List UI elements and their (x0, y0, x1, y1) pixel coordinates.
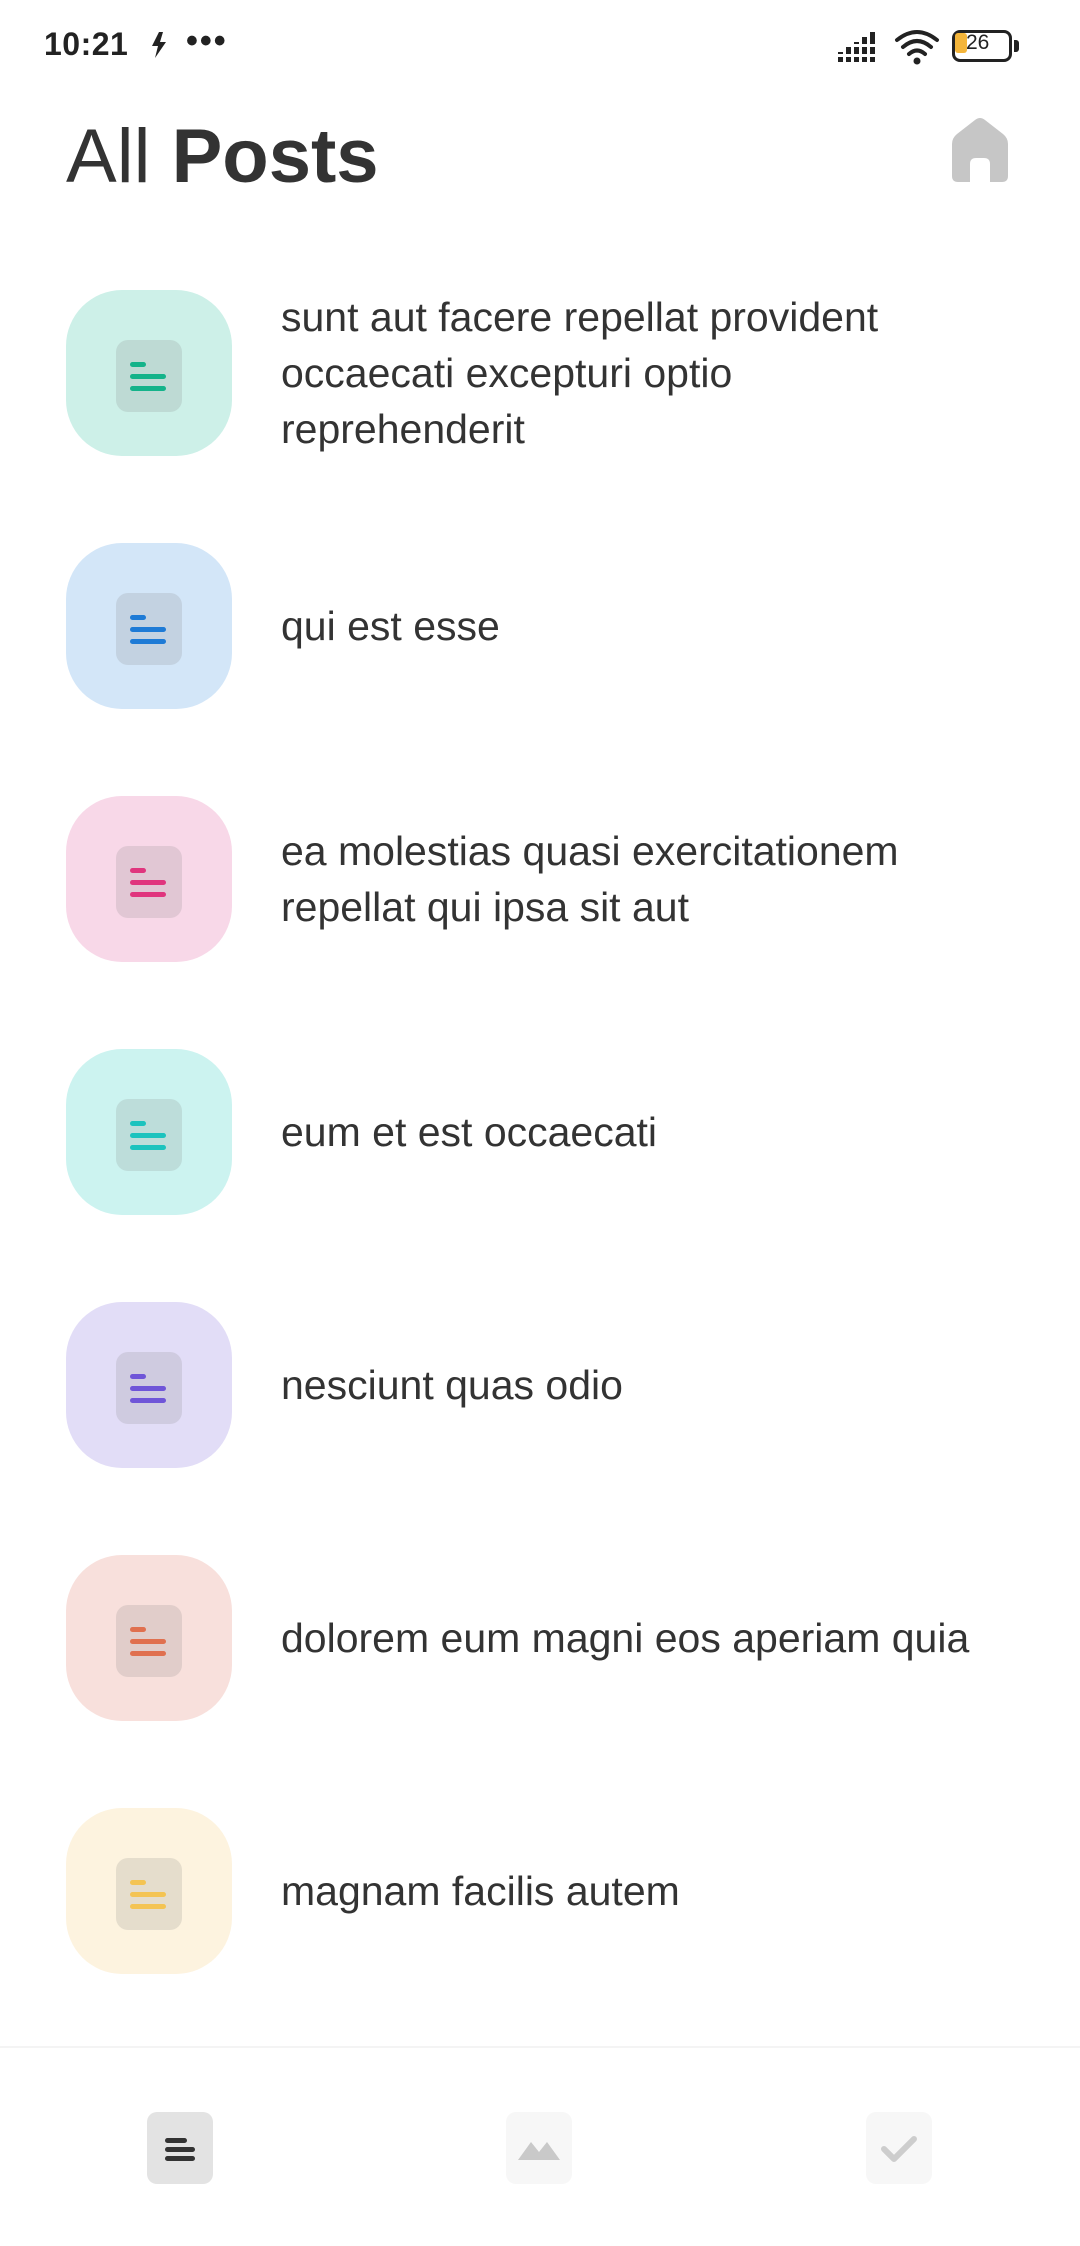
home-button[interactable] (942, 108, 1018, 188)
post-avatar (66, 543, 232, 709)
image-icon (518, 2142, 560, 2160)
battery-icon: 26 (952, 30, 1022, 64)
post-avatar (66, 796, 232, 962)
post-avatar (66, 1302, 232, 1468)
document-icon (116, 340, 182, 412)
post-title: magnam facilis autem (281, 1868, 680, 1914)
more-notifications-icon: ••• (186, 22, 228, 60)
post-avatar (66, 290, 232, 456)
document-icon (116, 846, 182, 918)
bottom-nav (0, 2046, 1080, 2246)
document-icon (116, 1858, 182, 1930)
app-screen: 10:21 ••• 26 All Posts sunt aut facere r… (0, 0, 1080, 2246)
status-bar: 10:21 ••• 26 (0, 0, 1080, 90)
post-item[interactable]: ea molestias quasi exercitationem repell… (0, 796, 1080, 962)
post-title: qui est esse (281, 603, 500, 649)
post-title: sunt aut facere repellat provident occae… (281, 294, 879, 452)
post-title: ea molestias quasi exercitationem repell… (281, 828, 899, 930)
post-item[interactable]: qui est esse (0, 543, 1080, 709)
wifi-icon (895, 30, 939, 65)
document-icon (116, 1352, 182, 1424)
document-icon (116, 593, 182, 665)
post-item[interactable]: nesciunt quas odio (0, 1302, 1080, 1468)
check-icon (881, 2136, 917, 2162)
status-time: 10:21 (44, 26, 129, 62)
post-item[interactable]: magnam facilis autem (0, 1808, 1080, 1974)
document-icon (116, 1099, 182, 1171)
post-item[interactable]: sunt aut facere repellat provident occae… (0, 290, 1080, 456)
nav-todos-button[interactable] (866, 2112, 932, 2184)
post-item[interactable]: eum et est occaecati (0, 1049, 1080, 1215)
post-avatar (66, 1555, 232, 1721)
page-title: All Posts (66, 112, 379, 202)
post-title: eum et est occaecati (281, 1109, 658, 1155)
post-item[interactable]: dolorem eum magni eos aperiam quia (0, 1555, 1080, 1721)
battery-level: 26 (966, 31, 990, 54)
list-icon (165, 2138, 195, 2161)
nav-posts-button[interactable] (147, 2112, 213, 2184)
page-title-light: All (66, 114, 151, 199)
page-title-bold: Posts (171, 114, 379, 199)
post-title: dolorem eum magni eos aperiam quia (281, 1615, 970, 1661)
nav-photos-button[interactable] (506, 2112, 572, 2184)
post-title: nesciunt quas odio (281, 1362, 623, 1408)
notification-icon (152, 32, 166, 58)
header: All Posts (0, 90, 1080, 220)
post-avatar (66, 1808, 232, 1974)
document-icon (116, 1605, 182, 1677)
home-icon (952, 118, 1008, 182)
post-avatar (66, 1049, 232, 1215)
signal-icon (836, 32, 882, 62)
